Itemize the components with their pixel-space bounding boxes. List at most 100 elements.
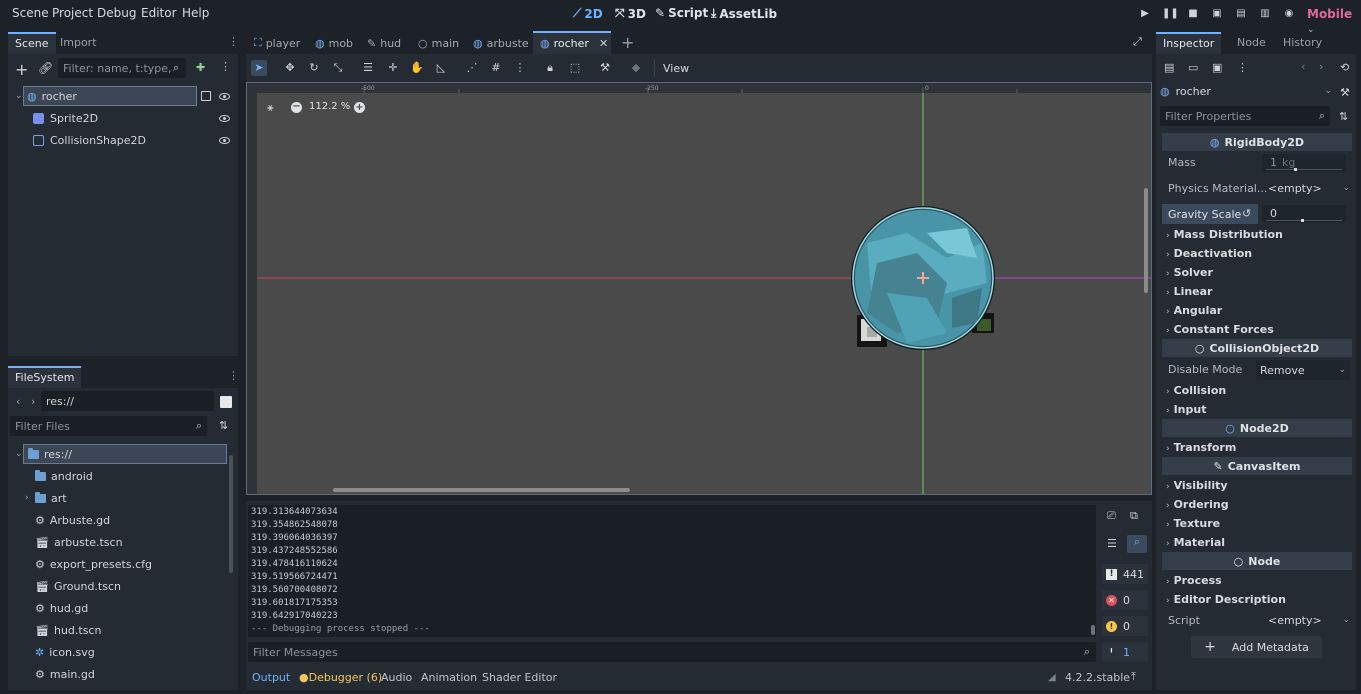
file-item-art[interactable]: › art bbox=[25, 488, 215, 508]
tree-node-collisionshape2d[interactable]: CollisionShape2D bbox=[33, 130, 193, 150]
disable-mode-select[interactable]: Remove ⌄ bbox=[1256, 360, 1350, 380]
section-angular[interactable]: › Angular bbox=[1166, 304, 1222, 317]
version-label[interactable]: 4.2.2.stable bbox=[1065, 671, 1130, 684]
chevron-right-icon[interactable]: › bbox=[25, 493, 29, 503]
warnings-filter-button[interactable]: ! 0 bbox=[1102, 616, 1148, 636]
history-back-icon[interactable]: ‹ bbox=[1301, 60, 1305, 73]
scene-tab-player[interactable]: ⛶ player bbox=[254, 33, 300, 53]
attach-script-icon[interactable]: ✚ bbox=[196, 61, 205, 74]
filesystem-path-input[interactable]: res:// bbox=[41, 391, 214, 411]
scene-tab-mob[interactable]: ◍ mob bbox=[315, 33, 353, 53]
bone-icon[interactable]: ⚒ bbox=[597, 60, 613, 76]
renderer-select[interactable]: Mobile ⌄ bbox=[1307, 7, 1361, 35]
dock-menu-icon[interactable]: ⋮ bbox=[228, 35, 239, 48]
file-item-export-presets[interactable]: ⚙ export_presets.cfg bbox=[35, 554, 215, 574]
dock-menu-icon[interactable]: ⋮ bbox=[228, 369, 239, 382]
link-icon[interactable]: 🔗︎ bbox=[38, 61, 53, 75]
close-icon[interactable]: ✕ bbox=[599, 37, 608, 50]
canvas-viewport[interactable]: -500 -250 0 ⚹ − 112.2 % + bbox=[246, 82, 1152, 495]
section-solver[interactable]: › Solver bbox=[1166, 266, 1213, 279]
filter-messages-input[interactable]: Filter Messages ⌕ bbox=[248, 642, 1096, 662]
play-icon[interactable]: ▶ bbox=[1138, 7, 1152, 21]
script-toggle-icon[interactable] bbox=[201, 91, 211, 101]
section-collision[interactable]: › Collision bbox=[1166, 384, 1226, 397]
filesystem-filter-input[interactable]: Filter Files ⌕ bbox=[10, 416, 207, 436]
zoom-level[interactable]: 112.2 % bbox=[309, 101, 350, 112]
lock-icon[interactable]: 🔒︎ bbox=[542, 60, 558, 76]
scale-tool-icon[interactable]: ⤡ bbox=[330, 60, 346, 76]
zoom-out-icon[interactable]: − bbox=[291, 102, 302, 113]
visibility-eye-icon[interactable] bbox=[219, 93, 230, 100]
section-ordering[interactable]: › Ordering bbox=[1166, 498, 1229, 511]
mode-3d-button[interactable]: ⤧ 3D bbox=[615, 6, 646, 21]
log-scrollbar[interactable] bbox=[1091, 507, 1095, 635]
copy-output-icon[interactable]: ⧉ bbox=[1130, 509, 1138, 523]
script-field[interactable]: <empty> ⌄ bbox=[1268, 611, 1350, 629]
tab-inspector[interactable]: Inspector bbox=[1156, 32, 1222, 54]
history-forward-icon[interactable]: › bbox=[1319, 60, 1323, 73]
distraction-free-icon[interactable]: ⤢ bbox=[1133, 35, 1142, 49]
add-node-icon[interactable]: + bbox=[15, 60, 28, 79]
scene-menu-icon[interactable]: ⋮ bbox=[220, 60, 231, 73]
menu-debug[interactable]: Debug bbox=[97, 6, 136, 20]
file-item-main-gd[interactable]: ⚙ main.gd bbox=[35, 664, 215, 684]
scene-filter-input[interactable]: Filter: name, t:type, g: ⌕ bbox=[58, 58, 186, 78]
revert-icon[interactable]: ↺ bbox=[1242, 207, 1251, 220]
back-icon[interactable]: ‹ bbox=[16, 395, 20, 408]
select-tool-icon[interactable]: ➤ bbox=[251, 60, 267, 76]
mass-field[interactable]: 1 kg bbox=[1262, 154, 1346, 172]
inspector-menu-icon[interactable]: ⋮ bbox=[1237, 61, 1248, 74]
scene-tab-arbuste[interactable]: ◍ arbuste bbox=[473, 33, 529, 53]
tilemap-icon[interactable]: ◆ bbox=[628, 60, 644, 76]
section-visibility[interactable]: › Visibility bbox=[1166, 479, 1228, 492]
stop-icon[interactable]: ■ bbox=[1186, 7, 1200, 21]
section-texture[interactable]: › Texture bbox=[1166, 517, 1220, 530]
tab-import[interactable]: Import bbox=[53, 32, 104, 54]
play-scene-icon[interactable]: ▤ bbox=[1234, 7, 1248, 21]
output-log[interactable]: 319.313644073634 319.354862548078 319.39… bbox=[248, 505, 1096, 637]
tree-node-sprite2d[interactable]: Sprite2D bbox=[33, 108, 193, 128]
info-filter-button[interactable]: ⁱ 1 bbox=[1102, 642, 1148, 662]
expand-panel-icon[interactable]: ⤒ bbox=[1131, 670, 1136, 684]
mode-script-button[interactable]: ✎ Script bbox=[655, 6, 708, 20]
menu-help[interactable]: Help bbox=[182, 6, 209, 20]
move-tool-icon[interactable]: ✥ bbox=[282, 60, 298, 76]
add-metadata-button[interactable]: + Add Metadata bbox=[1191, 636, 1322, 658]
remote-debug-icon[interactable]: ▣ bbox=[1210, 7, 1224, 21]
sort-icon[interactable]: ⇅ bbox=[1339, 110, 1348, 123]
menu-editor[interactable]: Editor bbox=[141, 6, 177, 20]
pause-icon[interactable]: ❚❚ bbox=[1162, 7, 1179, 21]
group-icon[interactable]: ⬚ bbox=[567, 60, 583, 76]
center-view-icon[interactable]: ⚹ bbox=[267, 101, 274, 115]
file-item-hud-tscn[interactable]: 🎬︎ hud.tscn bbox=[35, 620, 215, 640]
filesystem-scrollbar[interactable] bbox=[229, 455, 233, 573]
section-input[interactable]: › Input bbox=[1166, 403, 1206, 416]
file-item-ground-tscn[interactable]: 🎬︎ Ground.tscn bbox=[35, 576, 215, 596]
messages-filter-button[interactable]: ! 441 bbox=[1102, 564, 1148, 584]
vertical-scrollbar[interactable] bbox=[1144, 188, 1148, 293]
grid-snap-icon[interactable]: # bbox=[488, 60, 504, 76]
list-select-icon[interactable]: ☰ bbox=[360, 60, 376, 76]
scene-tab-rocher[interactable]: ◍ rocher ✕ bbox=[540, 33, 608, 53]
forward-icon[interactable]: › bbox=[31, 395, 35, 408]
view-menu[interactable]: View bbox=[654, 59, 689, 77]
open-folder-icon[interactable]: ▭ bbox=[1188, 61, 1198, 74]
tab-debugger[interactable]: ●Debugger (6) bbox=[299, 671, 382, 684]
pivot-tool-icon[interactable]: ✛ bbox=[385, 60, 401, 76]
filter-properties-input[interactable]: Filter Properties ⌕ bbox=[1160, 106, 1330, 126]
add-tab-icon[interactable]: + bbox=[621, 33, 634, 52]
property-options-icon[interactable]: ⚒ bbox=[1340, 86, 1350, 99]
tab-output[interactable]: Output bbox=[252, 671, 290, 684]
tab-animation[interactable]: Animation bbox=[421, 671, 477, 684]
tab-filesystem[interactable]: FileSystem bbox=[8, 366, 82, 388]
section-constant-forces[interactable]: › Constant Forces bbox=[1166, 323, 1274, 336]
rotate-tool-icon[interactable]: ↻ bbox=[306, 60, 322, 76]
sort-icon[interactable]: ⇅ bbox=[219, 419, 228, 432]
section-process[interactable]: › Process bbox=[1166, 574, 1222, 587]
section-material[interactable]: › Material bbox=[1166, 536, 1225, 549]
layout-toggle-icon[interactable] bbox=[220, 396, 232, 408]
file-item-android[interactable]: android bbox=[35, 466, 215, 486]
file-item-icon-svg[interactable]: ✲ icon.svg bbox=[35, 642, 215, 662]
scene-tab-main[interactable]: ○ main bbox=[418, 33, 459, 53]
section-deactivation[interactable]: › Deactivation bbox=[1166, 247, 1252, 260]
